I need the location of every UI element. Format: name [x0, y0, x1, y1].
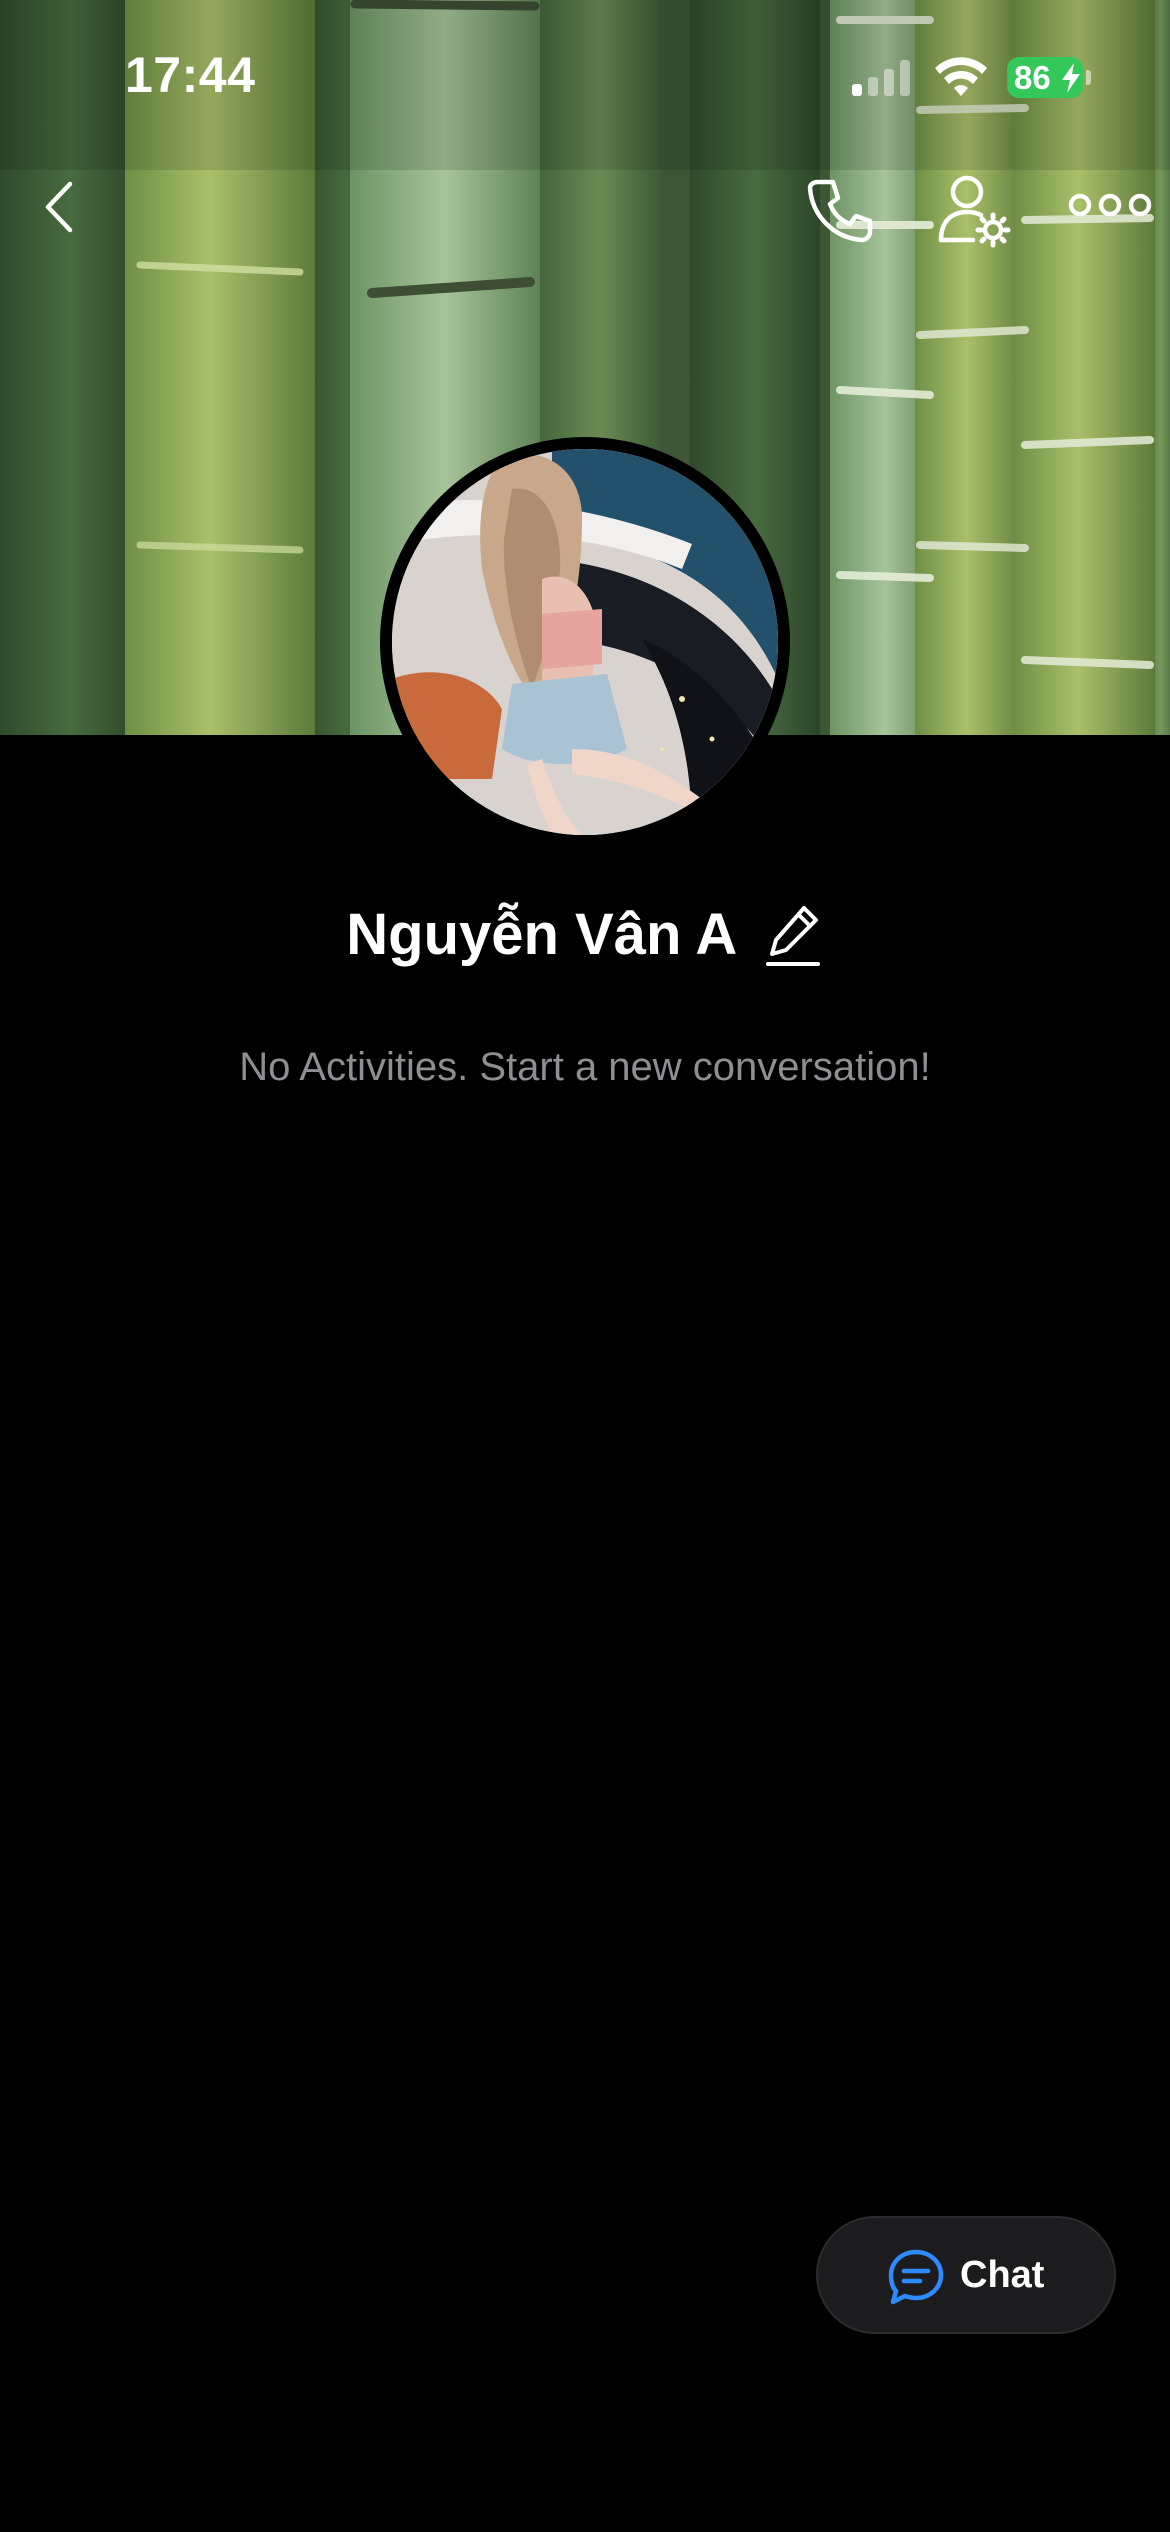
edit-name-button[interactable] — [764, 902, 824, 968]
battery-cap — [1086, 70, 1091, 85]
charging-bolt-icon — [1062, 63, 1080, 93]
call-button[interactable] — [800, 170, 880, 250]
back-button[interactable] — [30, 170, 90, 240]
profile-name-row: Nguyễn Vân A — [0, 895, 1170, 975]
empty-activities-message: No Activities. Start a new conversation! — [239, 1045, 931, 1089]
battery-level: 86 — [1014, 59, 1051, 96]
avatar[interactable] — [380, 437, 790, 847]
avatar-image — [392, 449, 778, 835]
phone-icon — [807, 179, 873, 243]
status-time: 17:44 — [125, 47, 256, 103]
chat-button-label: Chat — [960, 2254, 1045, 2296]
more-horizontal-icon — [1068, 193, 1152, 217]
chat-button[interactable]: Chat — [816, 2216, 1116, 2334]
profile-name: Nguyễn Vân A — [346, 902, 738, 967]
more-options-button[interactable] — [1065, 180, 1155, 240]
profile-settings-button[interactable] — [935, 170, 1015, 250]
cellular-signal-icon — [852, 60, 914, 96]
wifi-icon — [935, 57, 987, 96]
chat-bubble-icon — [888, 2249, 944, 2305]
user-gear-icon — [938, 175, 1011, 248]
chevron-left-icon — [45, 181, 73, 233]
status-bar: 17:44 86 — [0, 0, 1170, 150]
pencil-icon — [765, 906, 820, 966]
avatar-photo — [392, 449, 778, 835]
